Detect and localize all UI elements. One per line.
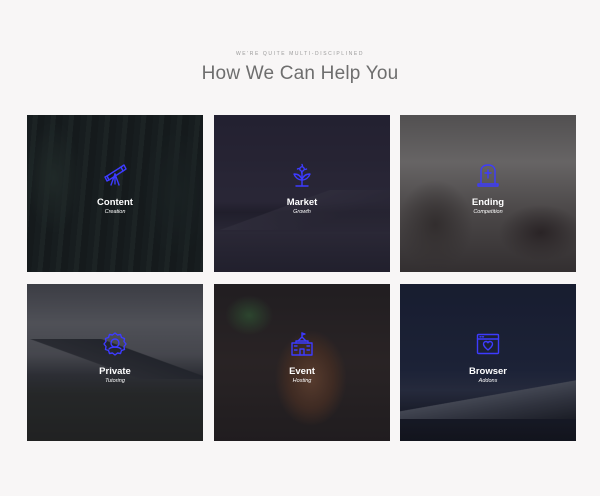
section-title: How We Can Help You: [201, 63, 399, 84]
service-title: Browser: [468, 366, 507, 377]
service-title: Market: [286, 197, 318, 208]
service-subtitle: Addons: [478, 378, 498, 384]
service-subtitle: Growth: [293, 209, 311, 215]
service-title: Private: [99, 366, 131, 377]
service-card-market[interactable]: Market Growth: [214, 115, 390, 272]
section-eyebrow: WE'RE QUITE MULTI-DISCIPLINED: [235, 51, 365, 57]
service-card-ending[interactable]: Ending Competition: [400, 115, 576, 272]
service-title: Ending: [471, 197, 505, 208]
service-subtitle: Tutoring: [105, 378, 125, 384]
telescope-icon: [102, 162, 128, 188]
browser-heart-icon: [475, 331, 501, 357]
service-card-browser[interactable]: Browser Addons: [400, 284, 576, 441]
service-subtitle: Competition: [473, 209, 503, 215]
service-title: Content: [97, 197, 133, 208]
flower-plant-icon: [289, 162, 315, 188]
service-card-content[interactable]: Content Creation: [27, 115, 203, 272]
services-grid: Content Creation Market Growth Ending Co…: [27, 115, 576, 441]
service-title: Event: [289, 366, 315, 377]
building-icon: [289, 331, 315, 357]
service-subtitle: Creation: [104, 209, 126, 215]
service-subtitle: Hosting: [292, 378, 312, 384]
badge-face-icon: [102, 331, 128, 357]
tombstone-icon: [475, 162, 501, 188]
service-card-event[interactable]: Event Hosting: [214, 284, 390, 441]
service-card-private[interactable]: Private Tutoring: [27, 284, 203, 441]
